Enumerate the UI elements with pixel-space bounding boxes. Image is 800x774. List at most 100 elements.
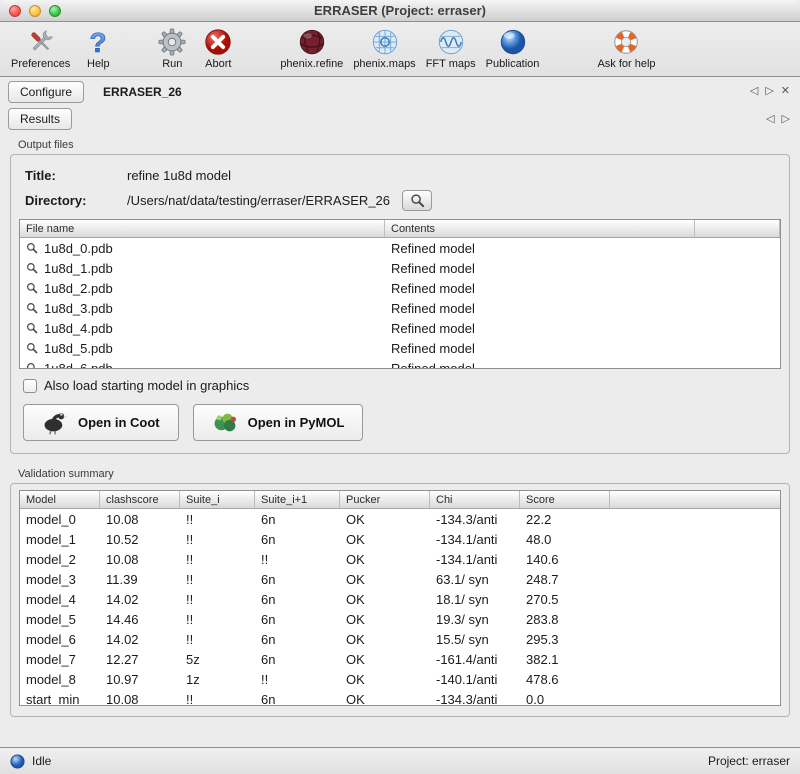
column-header-chi[interactable]: Chi: [430, 491, 520, 508]
project-label: Project: erraser: [708, 754, 790, 768]
subtab-scroll-left-icon[interactable]: ◁: [766, 112, 774, 125]
title-label: Title:: [25, 168, 127, 183]
validation-row[interactable]: model_210.08!!!!OK-134.1/anti140.6: [20, 549, 780, 569]
column-header-pucker[interactable]: Pucker: [340, 491, 430, 508]
load-starting-model-option[interactable]: Also load starting model in graphics: [23, 378, 781, 393]
validation-row[interactable]: model_514.46!!6nOK19.3/ syn283.8: [20, 609, 780, 629]
column-header-model[interactable]: Model: [20, 491, 100, 508]
help-button[interactable]: ? Help: [75, 25, 121, 71]
validation-cell: !!: [180, 692, 255, 707]
validation-cell: model_5: [20, 612, 100, 627]
validation-cell: !!: [180, 572, 255, 587]
file-name: 1u8d_2.pdb: [44, 281, 113, 296]
validation-row[interactable]: model_810.971z!!OK-140.1/anti478.6: [20, 669, 780, 689]
validation-row[interactable]: model_110.52!!6nOK-134.1/anti48.0: [20, 529, 780, 549]
tab-results[interactable]: Results: [8, 108, 72, 130]
validation-row[interactable]: model_614.02!!6nOK15.5/ syn295.3: [20, 629, 780, 649]
magnifier-icon: [26, 242, 38, 254]
file-name: 1u8d_0.pdb: [44, 241, 113, 256]
column-header-score[interactable]: Score: [520, 491, 610, 508]
column-header-suite-i1[interactable]: Suite_i+1: [255, 491, 340, 508]
validation-cell: 14.02: [100, 592, 180, 607]
tab-close-icon[interactable]: ✕: [781, 84, 790, 97]
phenix-maps-button[interactable]: phenix.maps: [348, 25, 420, 71]
close-window-button[interactable]: [9, 5, 21, 17]
title-bar: ERRASER (Project: erraser): [0, 0, 800, 22]
validation-cell: 5z: [180, 652, 255, 667]
help-icon: ?: [82, 26, 114, 58]
column-header-contents[interactable]: Contents: [385, 220, 695, 237]
validation-cell: 1z: [180, 672, 255, 687]
toolbar-label-run: Run: [162, 58, 182, 70]
file-row[interactable]: 1u8d_0.pdb Refined model: [20, 238, 780, 258]
magnifier-icon: [26, 362, 38, 369]
validation-cell: OK: [340, 692, 430, 707]
file-row[interactable]: 1u8d_3.pdbRefined model: [20, 298, 780, 318]
phenix-refine-button[interactable]: phenix.refine: [275, 25, 348, 71]
zoom-window-button[interactable]: [49, 5, 61, 17]
validation-cell: 10.08: [100, 692, 180, 707]
validation-cell: 6n: [255, 692, 340, 707]
subtab-scroll-right-icon[interactable]: ▷: [782, 112, 790, 125]
validation-cell: 382.1: [520, 652, 610, 667]
file-row[interactable]: 1u8d_4.pdb Refined model: [20, 318, 780, 338]
validation-cell: -140.1/anti: [430, 672, 520, 687]
tab-configure[interactable]: Configure: [8, 81, 84, 103]
validation-row[interactable]: start_min10.08!!6nOK-134.3/anti0.0: [20, 689, 780, 706]
file-row[interactable]: 1u8d_6.pdbRefined model: [20, 358, 780, 369]
validation-cell: 283.8: [520, 612, 610, 627]
validation-cell: 478.6: [520, 672, 610, 687]
ask-for-help-button[interactable]: Ask for help: [592, 25, 660, 71]
column-header-clashscore[interactable]: clashscore: [100, 491, 180, 508]
validation-cell: OK: [340, 612, 430, 627]
publication-icon: [497, 26, 529, 58]
phenix-maps-icon: [369, 26, 401, 58]
validation-row[interactable]: model_712.275z6nOK-161.4/anti382.1: [20, 649, 780, 669]
validation-row[interactable]: model_311.39!!6nOK63.1/ syn248.7: [20, 569, 780, 589]
validation-cell: 6n: [255, 652, 340, 667]
column-header-file-name[interactable]: File name: [20, 220, 385, 237]
status-text: Idle: [32, 754, 51, 768]
validation-cell: !!: [180, 552, 255, 567]
lifebuoy-icon: [610, 26, 642, 58]
run-button[interactable]: Run: [149, 25, 195, 71]
toolbar-label-fft-maps: FFT maps: [426, 58, 476, 70]
validation-cell: 14.46: [100, 612, 180, 627]
file-contents: Refined model: [385, 321, 695, 336]
open-in-pymol-button[interactable]: Open in PyMOL: [193, 404, 364, 441]
validation-cell: OK: [340, 532, 430, 547]
file-row[interactable]: 1u8d_2.pdb Refined model: [20, 278, 780, 298]
directory-label: Directory:: [25, 193, 127, 208]
abort-button[interactable]: Abort: [195, 25, 241, 71]
validation-cell: !!: [180, 632, 255, 647]
file-row[interactable]: 1u8d_5.pdbRefined model: [20, 338, 780, 358]
tab-scroll-left-icon[interactable]: ◁: [750, 84, 758, 97]
open-in-coot-button[interactable]: Open in Coot: [23, 404, 179, 441]
preferences-icon: [25, 26, 57, 58]
preferences-button[interactable]: Preferences: [6, 25, 75, 71]
validation-cell: 22.2: [520, 512, 610, 527]
coot-bird-icon: [42, 410, 69, 435]
fft-maps-button[interactable]: FFT maps: [421, 25, 481, 71]
validation-cell: 15.5/ syn: [430, 632, 520, 647]
file-contents: Refined model: [385, 281, 695, 296]
tab-erraser-26[interactable]: ERRASER_26: [92, 82, 193, 102]
validation-table: Model clashscore Suite_i Suite_i+1 Pucke…: [19, 490, 781, 706]
file-contents: Refined model: [385, 341, 695, 356]
load-starting-model-checkbox[interactable]: [23, 379, 37, 393]
file-row[interactable]: 1u8d_1.pdbRefined model: [20, 258, 780, 278]
file-contents: Refined model: [385, 241, 695, 256]
validation-cell: OK: [340, 552, 430, 567]
file-contents: Refined model: [385, 261, 695, 276]
magnifier-icon: [26, 322, 38, 334]
publication-button[interactable]: Publication: [481, 25, 545, 71]
minimize-window-button[interactable]: [29, 5, 41, 17]
tab-scroll-right-icon[interactable]: ▷: [765, 84, 773, 97]
abort-icon: [202, 26, 234, 58]
validation-cell: 295.3: [520, 632, 610, 647]
browse-directory-button[interactable]: [402, 190, 432, 211]
file-name: 1u8d_4.pdb: [44, 321, 113, 336]
column-header-suite-i[interactable]: Suite_i: [180, 491, 255, 508]
validation-row[interactable]: model_010.08!!6nOK-134.3/anti22.2: [20, 509, 780, 529]
validation-row[interactable]: model_414.02!!6nOK18.1/ syn270.5: [20, 589, 780, 609]
